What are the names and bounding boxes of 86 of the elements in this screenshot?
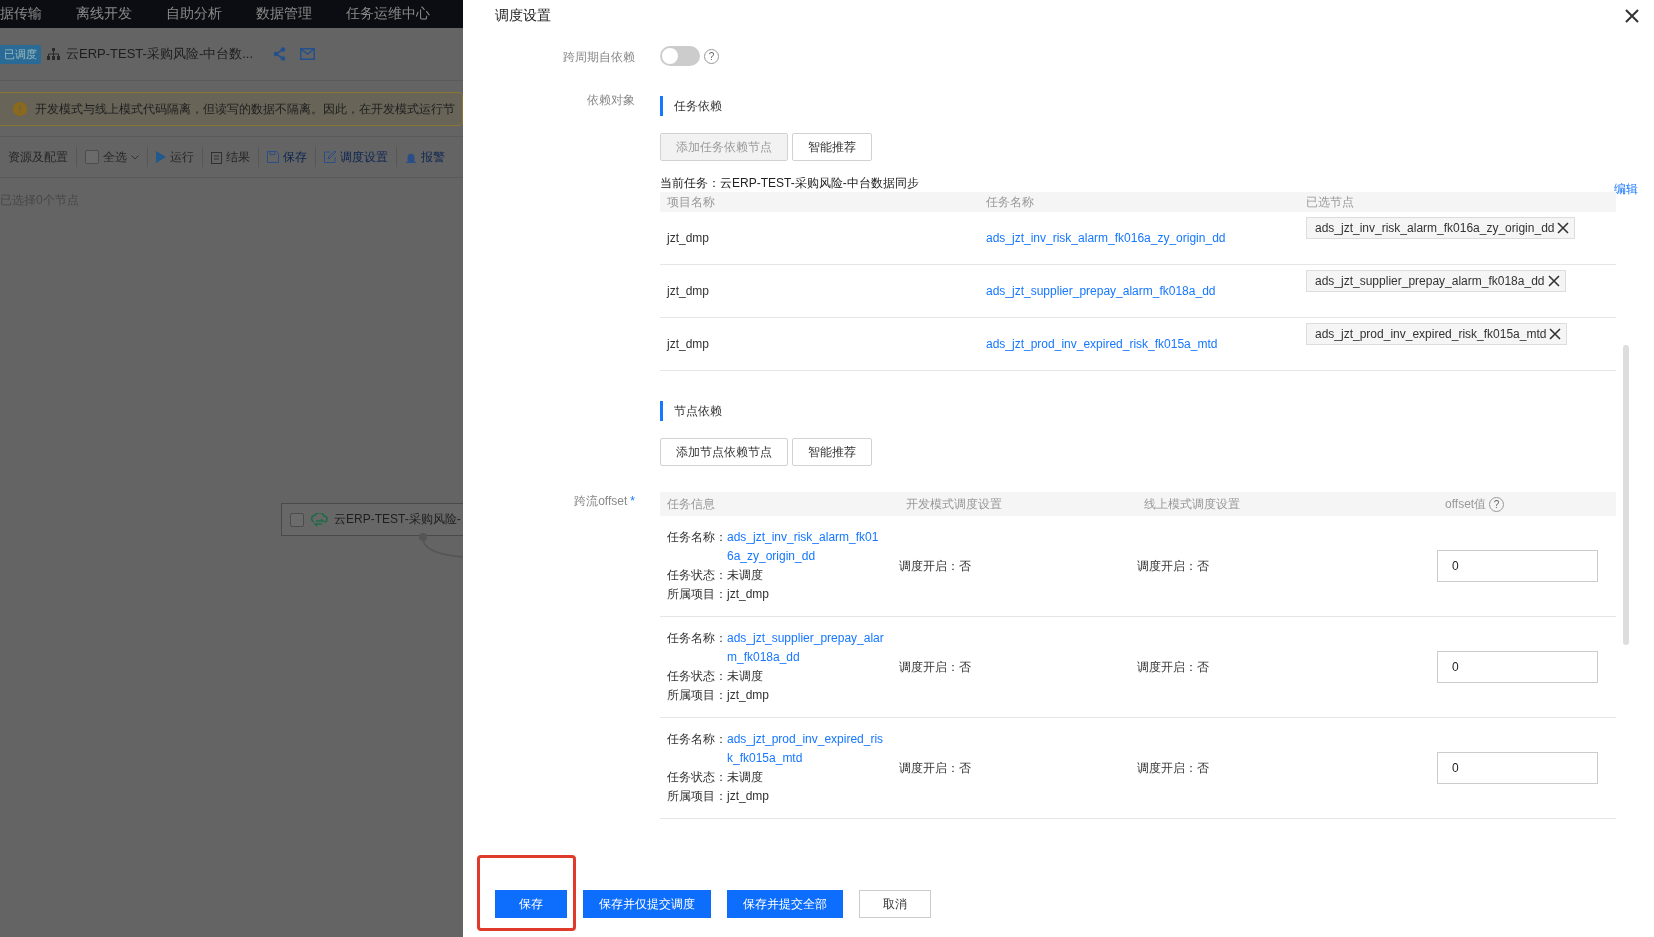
footer-button[interactable]: 保存: [495, 890, 567, 918]
action-button[interactable]: 智能推荐: [792, 133, 872, 161]
nav-item[interactable]: 离线开发: [76, 5, 132, 23]
column-header: 任务名称: [979, 192, 1299, 212]
schedule-status: 调度开启：否: [899, 759, 971, 777]
task-status: 任务状态：未调度: [667, 668, 764, 685]
toolbar-button[interactable]: 调度设置: [316, 145, 396, 169]
close-icon[interactable]: [1546, 274, 1561, 288]
node-checkbox[interactable]: [290, 512, 304, 527]
status-badge: 已调度: [0, 44, 41, 64]
node-label: 云ERP-TEST-采购风险-: [334, 511, 461, 528]
column-header: offset值: [1445, 495, 1487, 513]
edit-link[interactable]: 编辑: [1614, 181, 1638, 198]
node-tag: ads_jzt_inv_risk_alarm_fk016a_zy_origin_dd: [1306, 217, 1576, 239]
field-label: 任务名称：: [667, 630, 727, 647]
edit-icon: [324, 151, 336, 163]
footer-button[interactable]: 保存并提交全部: [727, 890, 843, 918]
nav-item[interactable]: 任务运维中心: [346, 5, 430, 23]
select-all-checkbox[interactable]: 全选: [77, 145, 147, 169]
task-project: 所属项目：jzt_dmp: [667, 687, 771, 704]
task-link[interactable]: ads_jzt_inv_risk_alarm_fk016a_zy_origin_dd: [986, 231, 1226, 245]
nav-item[interactable]: 自助分析: [166, 5, 222, 23]
field-label: 任务名称：: [667, 731, 727, 748]
play-icon: [156, 151, 166, 163]
field-label: 依赖对象: [586, 92, 635, 109]
field-label: 跨周期自依赖: [562, 49, 635, 66]
drawer-title: 调度设置: [495, 7, 551, 25]
schedule-status: 调度开启：否: [1137, 658, 1209, 676]
toolbar-button[interactable]: 报警: [397, 145, 453, 169]
field-label: 跨流offset: [574, 494, 628, 508]
task-status: 任务状态：未调度: [667, 567, 764, 584]
task-link[interactable]: ads_jzt_supplier_prepay_alarm_fk018a_dd: [986, 284, 1216, 298]
cloud-sync-icon: [310, 512, 328, 527]
current-task-text: 当前任务：云ERP-TEST-采购风险-中台数据同步: [660, 175, 919, 192]
task-project: 所属项目：jzt_dmp: [667, 586, 771, 603]
hierarchy-icon: [47, 48, 60, 60]
offset-input[interactable]: 0: [1437, 752, 1598, 784]
nav-item[interactable]: 据传输: [0, 5, 42, 23]
warning-icon: [13, 102, 27, 116]
toolbar-button[interactable]: 保存: [259, 145, 315, 169]
action-button[interactable]: 添加节点依赖节点: [660, 438, 788, 466]
clipboard-icon: [211, 150, 222, 164]
field-label: 任务名称：: [667, 529, 727, 546]
toggle-switch[interactable]: [660, 46, 700, 66]
section-title: 任务依赖: [660, 96, 1616, 116]
column-header: 线上模式调度设置: [1137, 492, 1438, 516]
task-node[interactable]: 云ERP-TEST-采购风险-: [281, 503, 463, 536]
close-icon[interactable]: [1624, 8, 1640, 24]
column-header: 任务信息: [660, 492, 899, 516]
schedule-status: 调度开启：否: [1137, 759, 1209, 777]
schedule-status: 调度开启：否: [1137, 557, 1209, 575]
caret-icon: [131, 154, 139, 160]
save-icon: [267, 151, 279, 163]
task-link[interactable]: ads_jzt_inv_risk_alarm_fk016a_zy_origin_dd: [727, 528, 885, 566]
mail-icon[interactable]: [300, 48, 316, 60]
close-icon[interactable]: [1556, 221, 1571, 235]
offset-input[interactable]: 0: [1437, 651, 1598, 683]
node-tag: ads_jzt_supplier_prepay_alarm_fk018a_dd: [1306, 270, 1566, 292]
scrollbar[interactable]: [1623, 345, 1629, 645]
column-header: 已选节点: [1299, 192, 1616, 212]
column-header: 开发模式调度设置: [899, 492, 1137, 516]
toolbar-button[interactable]: 运行: [148, 145, 202, 169]
column-header: 项目名称: [660, 192, 979, 212]
share-icon[interactable]: [273, 47, 287, 61]
task-link[interactable]: ads_jzt_supplier_prepay_alarm_fk018a_dd: [727, 629, 885, 667]
footer-button[interactable]: 取消: [859, 890, 931, 918]
nav-item[interactable]: 数据管理: [256, 5, 312, 23]
schedule-status: 调度开启：否: [899, 557, 971, 575]
task-link[interactable]: ads_jzt_prod_inv_expired_risk_fk015a_mtd: [727, 730, 885, 768]
table-cell: jzt_dmp: [660, 318, 979, 371]
task-project: 所属项目：jzt_dmp: [667, 788, 771, 805]
required-mark: *: [630, 494, 635, 508]
toolbar-button[interactable]: 结果: [203, 145, 258, 169]
offset-input[interactable]: 0: [1437, 550, 1598, 582]
node-tag: ads_jzt_prod_inv_expired_risk_fk015a_mtd: [1306, 323, 1568, 345]
action-button[interactable]: 智能推荐: [792, 438, 872, 466]
task-title: 云ERP-TEST-采购风险-中台数...: [66, 45, 254, 63]
alarm-icon: [405, 151, 417, 163]
schedule-status: 调度开启：否: [899, 658, 971, 676]
table-cell: jzt_dmp: [660, 212, 979, 265]
table-cell: jzt_dmp: [660, 265, 979, 318]
task-status: 任务状态：未调度: [667, 769, 764, 786]
footer-button[interactable]: 保存并仅提交调度: [583, 890, 711, 918]
section-title: 节点依赖: [660, 401, 1616, 421]
task-link[interactable]: ads_jzt_prod_inv_expired_risk_fk015a_mtd: [986, 337, 1218, 351]
close-icon[interactable]: [1548, 327, 1563, 341]
